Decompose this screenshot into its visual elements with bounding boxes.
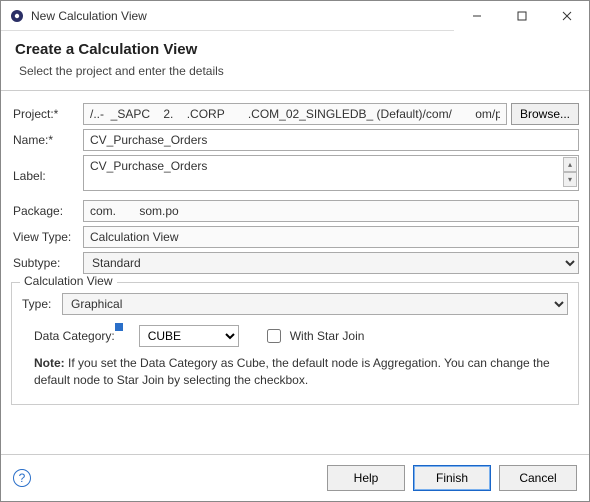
cancel-button[interactable]: Cancel [499, 465, 577, 491]
label-textarea[interactable]: CV_Purchase_Orders [83, 155, 579, 191]
package-input[interactable] [83, 200, 579, 222]
minimize-button[interactable] [454, 1, 499, 31]
calculation-view-group: Calculation View Type: Graphical Data Ca… [11, 282, 579, 405]
dialog-window: New Calculation View Create a Calculatio… [0, 0, 590, 502]
form-area: Project:* Browse... Name:* Label: CV_Pur… [1, 91, 589, 454]
window-title: New Calculation View [31, 9, 454, 23]
viewtype-label: View Type: [11, 230, 83, 244]
package-label: Package: [11, 204, 83, 218]
help-icon[interactable]: ? [13, 469, 31, 487]
dialog-footer: ? Help Finish Cancel [1, 454, 589, 501]
project-label: Project:* [11, 107, 83, 121]
viewtype-input[interactable] [83, 226, 579, 248]
data-category-select[interactable]: CUBE [139, 325, 239, 347]
subtype-label: Subtype: [11, 256, 83, 270]
help-button[interactable]: Help [327, 465, 405, 491]
page-subtitle: Select the project and enter the details [19, 64, 575, 78]
subtype-select[interactable]: Standard [83, 252, 579, 274]
title-bar: New Calculation View [1, 1, 589, 31]
close-button[interactable] [544, 1, 589, 31]
type-select[interactable]: Graphical [62, 293, 568, 315]
data-category-label: Data Category: [34, 329, 115, 343]
project-input[interactable] [83, 103, 507, 125]
starjoin-label: With Star Join [290, 329, 365, 343]
label-spinner[interactable]: ▴▾ [563, 157, 577, 187]
note-text: Note: If you set the Data Category as Cu… [34, 355, 560, 390]
page-title: Create a Calculation View [15, 41, 575, 58]
maximize-button[interactable] [499, 1, 544, 31]
dialog-header: Create a Calculation View Select the pro… [1, 31, 589, 91]
browse-button[interactable]: Browse... [511, 103, 579, 125]
info-hint-icon [115, 323, 123, 331]
name-label: Name:* [11, 133, 83, 147]
label-label: Label: [11, 169, 83, 183]
finish-button[interactable]: Finish [413, 465, 491, 491]
starjoin-checkbox-wrap[interactable]: With Star Join [263, 326, 365, 346]
name-input[interactable] [83, 129, 579, 151]
app-icon [9, 8, 25, 24]
starjoin-checkbox[interactable] [267, 329, 281, 343]
type-label: Type: [22, 297, 62, 311]
group-legend: Calculation View [20, 274, 117, 288]
